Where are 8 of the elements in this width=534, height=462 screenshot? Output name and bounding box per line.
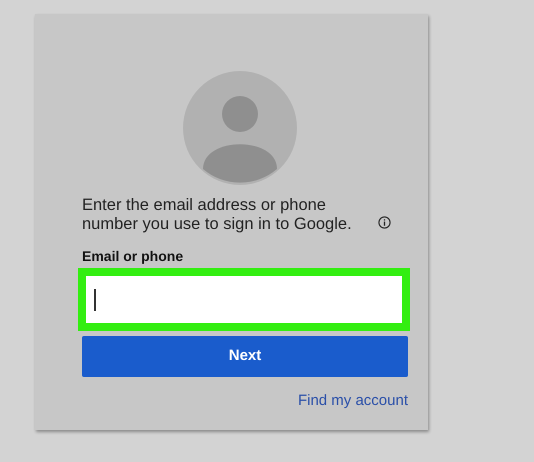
- info-icon[interactable]: [378, 216, 391, 229]
- avatar-icon: [183, 71, 297, 185]
- find-account-link[interactable]: Find my account: [298, 390, 408, 412]
- text-cursor: [94, 288, 96, 310]
- field-label: Email or phone: [82, 248, 184, 264]
- email-input[interactable]: [86, 276, 402, 323]
- next-button[interactable]: Next: [82, 336, 408, 377]
- instruction-text: Enter the email address or phone number you use to sign in to Google.: [82, 196, 353, 234]
